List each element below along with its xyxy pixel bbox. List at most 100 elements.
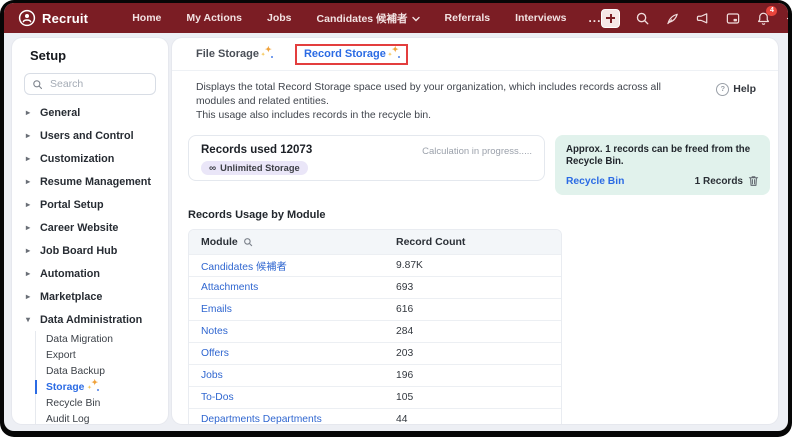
sidebar-item-users-and-control[interactable]: ▸Users and Control	[12, 124, 168, 147]
sidebar-subitem-recycle-bin[interactable]: Recycle Bin	[36, 395, 168, 411]
records-usage-table: Module Record Count Candidates 候補者9.87K A…	[188, 229, 562, 424]
chevron-collapsed-icon: ▸	[26, 201, 34, 209]
table-row: Notes284	[189, 320, 561, 342]
chevron-collapsed-icon: ▸	[26, 247, 34, 255]
chevron-collapsed-icon: ▸	[26, 270, 34, 278]
chevron-collapsed-icon: ▸	[26, 224, 34, 232]
sidebar-item-marketplace[interactable]: ▸Marketplace	[12, 285, 168, 308]
screen-window-icon[interactable]	[725, 11, 741, 26]
record-count-value: 693	[396, 282, 561, 293]
nav-item-interviews[interactable]: Interviews	[515, 12, 566, 24]
chevron-collapsed-icon: ▸	[26, 155, 34, 163]
nav-menu: Home My Actions Jobs Candidates 候補者 Referral…	[132, 11, 566, 26]
window-frame: Recruit Home My Actions Jobs Candidates 候補者…	[0, 0, 792, 437]
setup-sidebar: Setup ▸General▸Users and Control▸Customi…	[12, 38, 168, 424]
sidebar-item-data-administration[interactable]: ▾Data Administration	[12, 308, 168, 331]
nav-item-candidates[interactable]: Candidates 候補者	[317, 11, 420, 26]
table-row: To-Dos105	[189, 386, 561, 408]
chevron-collapsed-icon: ▸	[26, 178, 34, 186]
chevron-collapsed-icon: ▸	[26, 293, 34, 301]
nav-more-icon[interactable]: ...	[588, 15, 601, 21]
sidebar-subitem-data-migration[interactable]: Data Migration	[36, 331, 168, 347]
sidebar-subitem-data-backup[interactable]: Data Backup	[36, 363, 168, 379]
table-row: Candidates 候補者9.87K	[189, 254, 561, 276]
sidebar-subitem-export[interactable]: Export	[36, 347, 168, 363]
tab-record-storage[interactable]: Record Storage	[304, 48, 400, 60]
module-link[interactable]: Attachments	[189, 282, 396, 293]
chevron-collapsed-icon: ▸	[26, 132, 34, 140]
summary-cards-row: Records used 12073 Calculation in progre…	[188, 135, 770, 195]
calculation-status: Calculation in progress.....	[422, 146, 532, 157]
sidebar-subitem-audit-log[interactable]: Audit Log	[36, 411, 168, 424]
column-record-count: Record Count	[396, 236, 561, 248]
description-block: Displays the total Record Storage space …	[172, 71, 778, 123]
nav-item-jobs[interactable]: Jobs	[267, 12, 292, 24]
module-link[interactable]: Notes	[189, 326, 396, 337]
sidebar-item-general[interactable]: ▸General	[12, 101, 168, 124]
record-count-value: 284	[396, 326, 561, 337]
nav-item-referrals[interactable]: Referrals	[445, 12, 491, 24]
notification-count-badge: 4	[766, 6, 777, 16]
tab-file-storage[interactable]: File Storage	[196, 48, 273, 60]
zia-quill-icon[interactable]	[665, 11, 680, 26]
table-row: Departments Departments44	[189, 408, 561, 424]
sidebar-search-input[interactable]	[48, 77, 142, 91]
storage-content-card: File Storage Record Storage Displays the…	[172, 38, 778, 424]
table-row: Emails616	[189, 298, 561, 320]
module-link[interactable]: Emails	[189, 304, 396, 315]
sparkle-icon	[389, 48, 400, 60]
brand[interactable]: Recruit	[18, 9, 88, 27]
recycle-bin-card: Approx. 1 records can be freed from the …	[555, 135, 770, 195]
nav-item-home[interactable]: Home	[132, 12, 161, 24]
module-link[interactable]: Offers	[189, 348, 396, 359]
brand-name: Recruit	[42, 11, 88, 26]
chevron-down-icon	[412, 16, 420, 22]
recycle-count: 1 Records	[695, 175, 759, 187]
record-count-value: 616	[396, 304, 561, 315]
table-header-row: Module Record Count	[189, 230, 561, 254]
recycle-bin-link[interactable]: Recycle Bin	[566, 176, 624, 187]
sidebar-subitems: Data MigrationExportData BackupStorageRe…	[35, 331, 168, 424]
module-link[interactable]: Candidates 候補者	[189, 258, 396, 273]
chevron-expanded-icon: ▾	[26, 316, 34, 324]
sidebar-item-portal-setup[interactable]: ▸Portal Setup	[12, 193, 168, 216]
sidebar-subitem-storage[interactable]: Storage	[36, 379, 168, 395]
notification-bell-icon[interactable]: 4	[756, 11, 771, 26]
nav-item-my-actions[interactable]: My Actions	[186, 12, 242, 24]
description-line-2: This usage also includes records in the …	[196, 109, 668, 123]
sidebar-search[interactable]	[24, 73, 156, 95]
sidebar-item-job-board-hub[interactable]: ▸Job Board Hub	[12, 239, 168, 262]
table-body: Candidates 候補者9.87KAttachments693Emails6…	[189, 254, 561, 424]
module-link[interactable]: To-Dos	[189, 392, 396, 403]
column-module: Module	[189, 236, 396, 248]
module-link[interactable]: Jobs	[189, 370, 396, 381]
column-search-icon[interactable]	[243, 237, 253, 247]
sidebar-item-resume-management[interactable]: ▸Resume Management	[12, 170, 168, 193]
help-button[interactable]: ? Help	[716, 82, 756, 96]
table-row: Offers203	[189, 342, 561, 364]
infinity-icon: ∞	[209, 164, 216, 173]
announcement-megaphone-icon[interactable]	[695, 11, 710, 26]
recruit-logo-icon	[18, 9, 36, 27]
description-line-1: Displays the total Record Storage space …	[196, 81, 668, 109]
storage-tabbar: File Storage Record Storage	[172, 38, 778, 71]
record-count-value: 105	[396, 392, 561, 403]
record-count-value: 44	[396, 414, 561, 424]
search-icon[interactable]	[635, 11, 650, 26]
recycle-message: Approx. 1 records can be freed from the …	[566, 144, 759, 168]
search-icon	[32, 79, 43, 90]
settings-gear-icon[interactable]	[786, 11, 788, 26]
create-plus-button[interactable]	[601, 9, 620, 28]
sparkle-icon	[88, 381, 99, 393]
sidebar-item-customization[interactable]: ▸Customization	[12, 147, 168, 170]
records-used-card: Records used 12073 Calculation in progre…	[188, 135, 545, 181]
sidebar-item-career-website[interactable]: ▸Career Website	[12, 216, 168, 239]
trash-icon[interactable]	[748, 175, 759, 187]
sidebar-nav-list: ▸General▸Users and Control▸Customization…	[12, 101, 168, 424]
sidebar-item-automation[interactable]: ▸Automation	[12, 262, 168, 285]
top-navbar: Recruit Home My Actions Jobs Candidates 候補者…	[4, 3, 788, 33]
annotation-highlight-box: Record Storage	[295, 44, 408, 65]
record-count-value: 196	[396, 370, 561, 381]
module-link[interactable]: Departments Departments	[189, 414, 396, 424]
table-title: Records Usage by Module	[188, 209, 778, 221]
